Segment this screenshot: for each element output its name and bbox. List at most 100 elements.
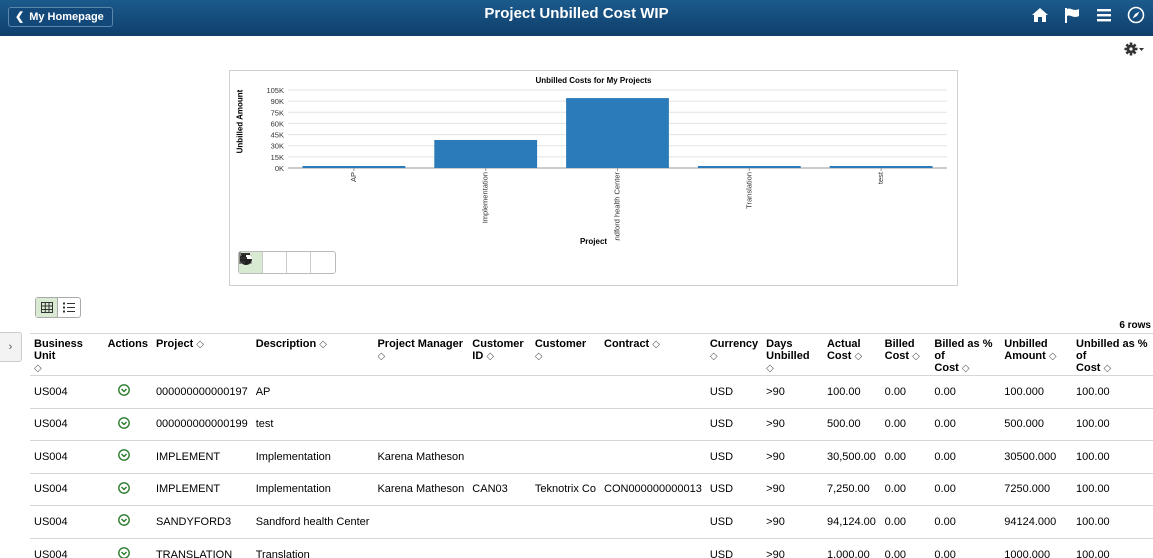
unbilled-pct-cell: 100.00 bbox=[1072, 472, 1153, 506]
contract-cell bbox=[600, 537, 706, 558]
sort-icon[interactable]: ◇ bbox=[196, 339, 204, 350]
gear-icon[interactable] bbox=[1123, 40, 1145, 58]
sort-icon[interactable]: ◇ bbox=[1104, 363, 1112, 374]
actions-menu-icon[interactable] bbox=[117, 384, 130, 397]
table-row[interactable]: US004 000000000000199 test USD >90 500.00 0.00… bbox=[30, 407, 1153, 441]
column-header-contract[interactable]: Contract ◇ bbox=[600, 333, 706, 376]
horizontal-bar-icon[interactable] bbox=[239, 252, 335, 273]
sort-icon[interactable]: ◇ bbox=[766, 363, 774, 374]
table-row[interactable]: US004 000000000000197 AP USD >90 100.00 0.00 0.… bbox=[30, 375, 1153, 408]
sort-icon[interactable]: ◇ bbox=[377, 351, 385, 362]
project-manager-cell: Karena Matheson bbox=[373, 440, 469, 473]
column-header-customer[interactable]: Customer ◇ bbox=[530, 333, 600, 376]
sort-icon[interactable]: ◇ bbox=[710, 351, 718, 362]
chart-panel: Unbilled Costs for My Projects Unbilled … bbox=[229, 70, 958, 286]
table-row[interactable]: US004 IMPLEMENT Implementation Karena Mathe… bbox=[30, 472, 1153, 506]
days-unbilled-cell: >90 bbox=[762, 505, 823, 538]
actions-cell[interactable] bbox=[103, 440, 152, 473]
project-cell: 000000000000199 bbox=[151, 407, 252, 441]
home-icon[interactable] bbox=[1031, 6, 1049, 24]
unbilled-amount-cell: 94124.000 bbox=[1000, 505, 1073, 538]
description-cell: test bbox=[251, 407, 374, 441]
column-header-customer-id[interactable]: Customer ID ◇ bbox=[468, 333, 531, 376]
unbilled-pct-cell: 100.00 bbox=[1072, 505, 1153, 538]
actions-cell[interactable] bbox=[103, 375, 152, 408]
list-view-icon[interactable] bbox=[58, 298, 80, 317]
sort-icon[interactable]: ◇ bbox=[535, 351, 543, 362]
column-header-unbilled-amount[interactable]: Unbilled Amount ◇ bbox=[1000, 333, 1073, 376]
actual-cost-cell: 1,000.00 bbox=[822, 537, 881, 558]
compass-icon[interactable] bbox=[1127, 6, 1145, 24]
table-row[interactable]: US004 SANDYFORD3 Sandford health Center USD… bbox=[30, 505, 1153, 538]
column-header-actual-cost[interactable]: Actual Cost ◇ bbox=[822, 333, 881, 376]
chart-bar-1[interactable] bbox=[434, 139, 538, 168]
sort-icon[interactable]: ◇ bbox=[912, 351, 920, 362]
sort-icon[interactable]: ◇ bbox=[854, 351, 862, 362]
chart-bar-3[interactable] bbox=[697, 166, 801, 168]
column-header-days-unbilled[interactable]: Days Unbilled ◇ bbox=[762, 333, 823, 376]
project-manager-cell bbox=[373, 505, 469, 538]
customer-cell bbox=[530, 375, 600, 408]
sort-icon[interactable]: ◇ bbox=[962, 363, 970, 374]
column-header-label-line2: Unbilled bbox=[766, 350, 810, 362]
column-header-unbilled-pct-cost[interactable]: Unbilled as % of Cost ◇ bbox=[1072, 333, 1153, 376]
days-unbilled-cell: >90 bbox=[762, 537, 823, 558]
actions-cell[interactable] bbox=[103, 537, 152, 558]
expand-side-panel-button[interactable]: › bbox=[0, 332, 22, 362]
column-header-currency[interactable]: Currency ◇ bbox=[705, 333, 763, 376]
table-row[interactable]: US004 TRANSLATION Translation USD >90 1,000.0… bbox=[30, 537, 1153, 558]
table-row[interactable]: US004 IMPLEMENT Implementation Karena Mathe… bbox=[30, 440, 1153, 473]
project-cell: SANDYFORD3 bbox=[151, 505, 252, 538]
actions-cell[interactable] bbox=[103, 472, 152, 506]
column-header-label: Project Manager bbox=[377, 338, 464, 350]
column-header-billed-pct-cost[interactable]: Billed as % of Cost ◇ bbox=[930, 333, 1001, 376]
column-header-project[interactable]: Project ◇ bbox=[151, 333, 252, 376]
sort-icon[interactable]: ◇ bbox=[34, 363, 42, 374]
flag-icon[interactable] bbox=[1063, 6, 1081, 24]
contract-cell bbox=[600, 440, 706, 473]
column-header-description[interactable]: Description ◇ bbox=[251, 333, 374, 376]
description-cell: Implementation bbox=[251, 440, 374, 473]
grid-view-icon[interactable] bbox=[36, 298, 58, 317]
chart-bar-0[interactable] bbox=[302, 166, 406, 168]
column-header-billed-cost[interactable]: Billed Cost ◇ bbox=[880, 333, 931, 376]
sort-icon[interactable]: ◇ bbox=[652, 339, 660, 350]
column-header-business-unit[interactable]: Business Unit ◇ bbox=[30, 333, 104, 376]
description-cell: Translation bbox=[251, 537, 374, 558]
column-header-label-line2: Cost bbox=[826, 350, 852, 362]
billed-pct-cell: 0.00 bbox=[930, 472, 1001, 506]
chart-bar-4[interactable] bbox=[829, 166, 933, 168]
actions-menu-icon[interactable] bbox=[117, 449, 130, 462]
unbilled-amount-cell: 1000.000 bbox=[1000, 537, 1073, 558]
y-tick-label: 45K bbox=[271, 131, 284, 140]
unbilled-cost-chart[interactable]: 105K 90K 75K 60K 45K 30K 15K 0K AP Implementation… bbox=[230, 71, 957, 241]
contract-cell: CON000000000013 bbox=[600, 472, 706, 506]
chart-bar-2[interactable] bbox=[566, 98, 669, 168]
currency-cell: USD bbox=[705, 375, 763, 408]
unbilled-amount-cell: 100.000 bbox=[1000, 375, 1073, 408]
pie-chart-icon[interactable] bbox=[240, 252, 311, 273]
currency-cell: USD bbox=[705, 537, 763, 558]
unbilled-pct-cell: 100.00 bbox=[1072, 375, 1153, 408]
currency-cell: USD bbox=[705, 407, 763, 441]
business-unit-cell: US004 bbox=[30, 440, 104, 473]
actions-menu-icon[interactable] bbox=[117, 481, 130, 494]
sort-icon[interactable]: ◇ bbox=[1049, 351, 1057, 362]
actions-cell[interactable] bbox=[103, 505, 152, 538]
actions-cell[interactable] bbox=[103, 407, 152, 441]
sort-icon[interactable]: ◇ bbox=[319, 339, 327, 350]
project-manager-cell: Karena Matheson bbox=[373, 472, 469, 506]
description-cell: AP bbox=[251, 375, 374, 408]
actual-cost-cell: 500.00 bbox=[822, 407, 881, 441]
x-tick-label: Implementation bbox=[481, 172, 490, 223]
menu-icon[interactable] bbox=[1095, 6, 1113, 24]
sort-icon[interactable]: ◇ bbox=[486, 351, 494, 362]
project-cell: IMPLEMENT bbox=[151, 440, 252, 473]
business-unit-cell: US004 bbox=[30, 407, 104, 441]
actions-menu-icon[interactable] bbox=[117, 416, 130, 429]
line-chart-icon[interactable] bbox=[239, 252, 287, 273]
actions-menu-icon[interactable] bbox=[117, 514, 130, 527]
actual-cost-cell: 30,500.00 bbox=[822, 440, 881, 473]
actions-menu-icon[interactable] bbox=[117, 547, 130, 558]
column-header-project-manager[interactable]: Project Manager ◇ bbox=[373, 333, 469, 376]
